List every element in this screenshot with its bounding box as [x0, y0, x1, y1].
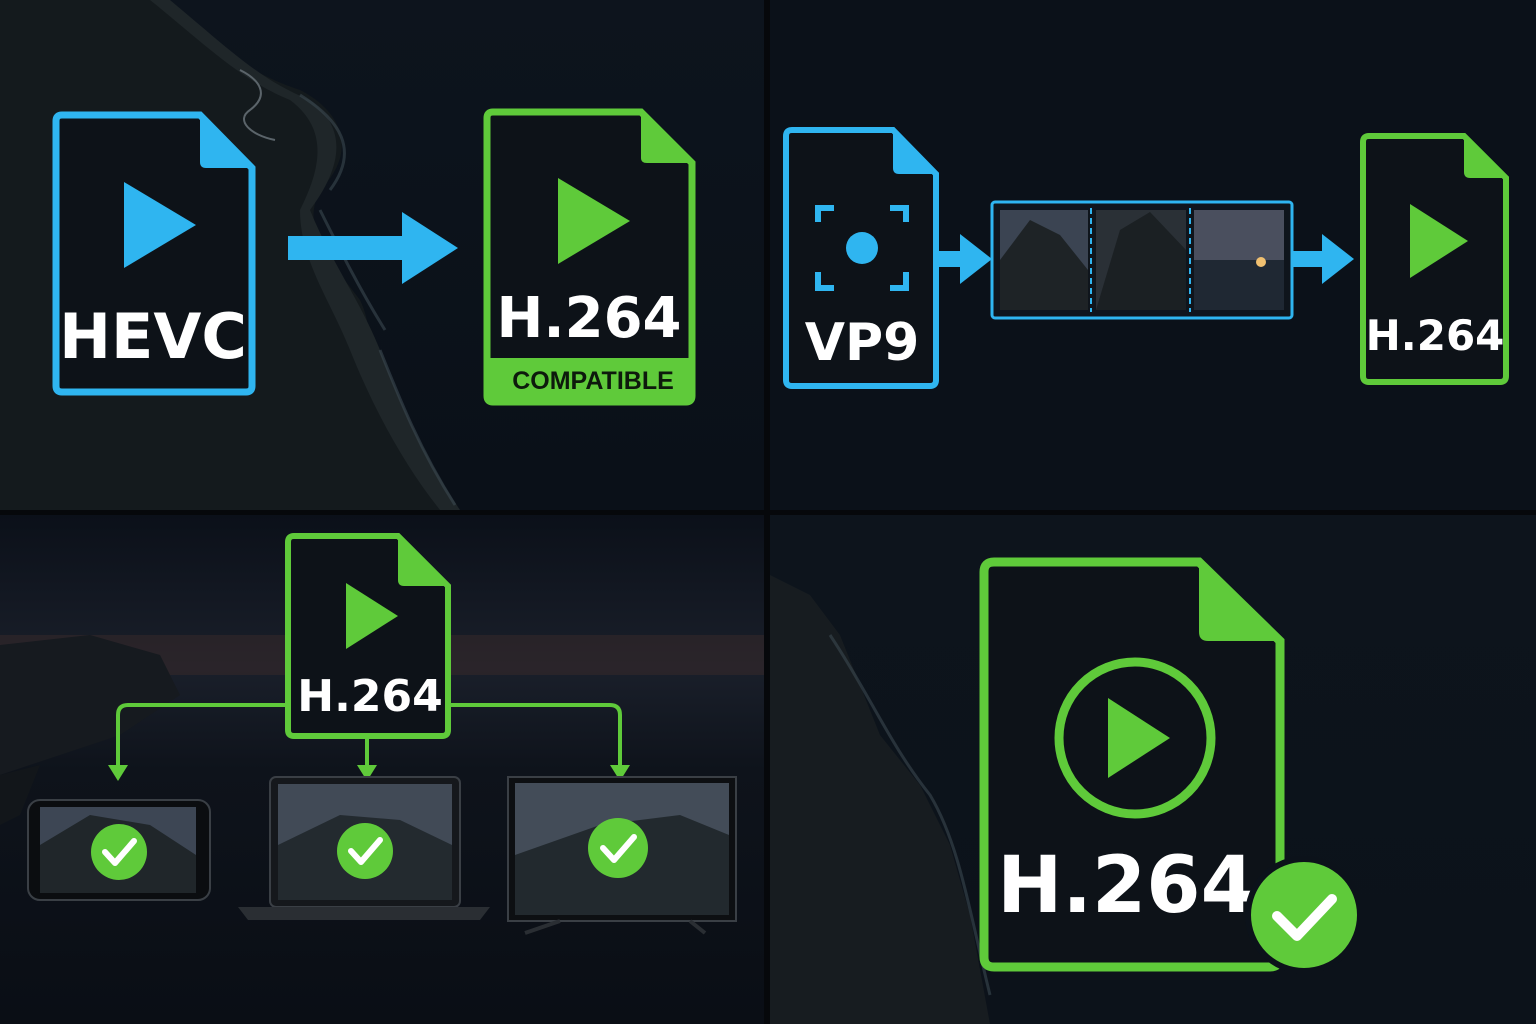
h264-label: H.264: [997, 841, 1255, 931]
arrow-icon: [1292, 234, 1354, 284]
h264-label: H.264: [1366, 311, 1505, 360]
arrow-icon: [936, 234, 992, 284]
cliff-shape: [770, 575, 990, 1024]
vp9-label: VP9: [805, 313, 920, 373]
compatible-badge: COMPATIBLE: [512, 367, 674, 395]
panel2-scene: VP9 H.264: [783, 127, 1509, 389]
panel-h264-verified: H.264: [770, 515, 1536, 1024]
panel3-scene: H.264: [0, 533, 764, 935]
h264-file-icon: H.264 COMPATIBLE: [483, 108, 696, 406]
panel-device-compatibility: H.264: [0, 515, 764, 1024]
panel4-scene: H.264: [770, 557, 1363, 1024]
hevc-file-icon: HEVC: [52, 111, 256, 396]
hub-label: H.264: [297, 671, 442, 722]
h264-label: H.264: [496, 286, 681, 351]
laptop-device: [238, 776, 490, 920]
checkmark-icon: [588, 818, 648, 878]
checkmark-icon: [1245, 856, 1363, 974]
panel1-scene: HEVC H.264 COMPATIBLE: [0, 0, 696, 510]
panel-hevc-to-h264: HEVC H.264 COMPATIBLE: [0, 0, 764, 510]
hevc-label: HEVC: [59, 300, 247, 373]
h264-file-icon: H.264: [979, 557, 1285, 972]
film-strip-icon: [990, 200, 1294, 320]
vp9-file-icon: VP9: [783, 127, 939, 389]
phone-device: [27, 799, 211, 901]
checkmark-icon: [337, 823, 393, 879]
panel-vp9-to-h264: VP9 H.264: [770, 0, 1536, 510]
h264-file-icon: H.264: [285, 533, 451, 739]
checkmark-icon: [91, 824, 147, 880]
tv-device: [507, 776, 737, 935]
arrow-icon: [108, 765, 128, 781]
h264-file-icon: H.264: [1360, 133, 1509, 385]
collage: HEVC H.264 COMPATIBLE VP9 H.264 H.264 H.…: [0, 0, 1536, 1024]
